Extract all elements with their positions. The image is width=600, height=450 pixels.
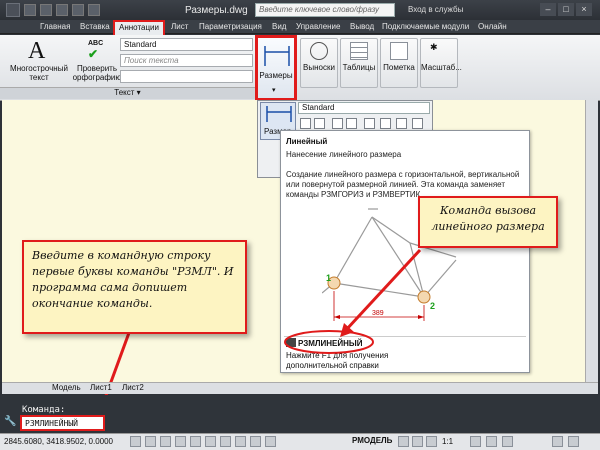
tab-model[interactable]: Модель <box>52 383 81 392</box>
ortho-icon[interactable] <box>160 436 171 447</box>
wrench-icon[interactable]: 🔧 <box>4 416 16 430</box>
clean-screen-icon[interactable] <box>568 436 579 447</box>
otrack-icon[interactable] <box>205 436 216 447</box>
zoom-icon[interactable] <box>426 436 437 447</box>
isolate-icon[interactable] <box>552 436 563 447</box>
annotation-scale[interactable]: 1:1 <box>442 437 453 446</box>
tab-layout1[interactable]: Лист1 <box>90 383 112 392</box>
polar-icon[interactable] <box>175 436 186 447</box>
lineweight-icon[interactable] <box>250 436 261 447</box>
lock-icon[interactable] <box>486 436 497 447</box>
callout-linear-command: Команда вызова линейного размера <box>418 196 558 248</box>
hardware-icon[interactable] <box>502 436 513 447</box>
model-space-toggle[interactable]: РМОДЕЛЬ <box>352 436 392 445</box>
snap-icon[interactable] <box>130 436 141 447</box>
workspace-icon[interactable] <box>470 436 481 447</box>
command-prompt: Команда: <box>22 405 66 415</box>
callout-command-line-tip: Введите в командную строку первые буквы … <box>22 240 247 334</box>
layout-icon[interactable] <box>398 436 409 447</box>
pan-icon[interactable] <box>412 436 423 447</box>
qp-icon[interactable] <box>265 436 276 447</box>
grid-icon[interactable] <box>145 436 156 447</box>
ducs-icon[interactable] <box>220 436 231 447</box>
osnap-icon[interactable] <box>190 436 201 447</box>
dyn-icon[interactable] <box>235 436 246 447</box>
tab-layout2[interactable]: Лист2 <box>122 383 144 392</box>
command-input[interactable]: РЗМЛИНЕЙНЫЙ <box>20 415 105 431</box>
coordinates-readout: 2845.6080, 3418.9502, 0.0000 <box>4 437 113 446</box>
